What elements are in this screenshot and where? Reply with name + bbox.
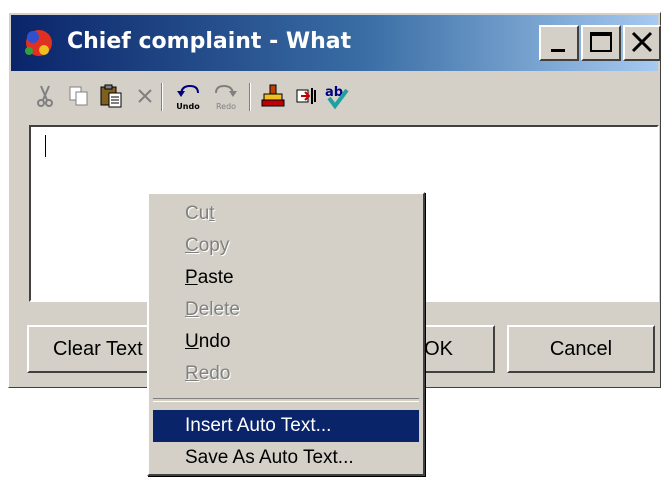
undo-icon: Undo — [176, 84, 200, 111]
minimize-icon — [551, 49, 565, 52]
menu-item-cut[interactable]: Cut — [153, 198, 419, 230]
undo-button[interactable]: Undo — [171, 81, 205, 111]
minimize-button[interactable] — [539, 25, 579, 61]
window-title: Chief complaint - What — [67, 29, 352, 54]
toolbar: Undo Redo ab — [9, 73, 660, 121]
menu-item-redo[interactable]: Redo — [153, 358, 419, 390]
title-bar[interactable]: Chief complaint - What — [11, 15, 661, 71]
text-caret — [45, 135, 46, 157]
menu-item-undo[interactable]: Undo — [153, 326, 419, 358]
undo-icon-label: Undo — [176, 102, 200, 111]
toolbar-separator — [249, 83, 251, 111]
copy-button[interactable] — [65, 81, 93, 111]
menu-item-delete[interactable]: Delete — [153, 294, 419, 326]
cut-icon — [37, 85, 53, 107]
paste-icon — [100, 84, 122, 108]
close-button[interactable] — [623, 25, 661, 61]
menu-item-copy[interactable]: Copy — [153, 230, 419, 262]
clear-text-button[interactable]: Clear Text — [27, 325, 157, 373]
maximize-button[interactable] — [581, 25, 621, 61]
delete-icon — [138, 89, 152, 103]
toolbar-separator — [161, 83, 163, 111]
insert-field-icon — [296, 88, 316, 104]
close-icon — [631, 31, 653, 53]
menu-item-insert-auto-text[interactable]: Insert Auto Text... — [153, 410, 419, 442]
menu-item-save-as-auto-text[interactable]: Save As Auto Text... — [153, 442, 419, 474]
cancel-button[interactable]: Cancel — [507, 325, 655, 373]
spellcheck-button[interactable]: ab — [323, 81, 351, 111]
maximize-icon — [590, 32, 612, 52]
redo-icon-label: Redo — [216, 102, 236, 111]
stamp-icon — [261, 84, 285, 107]
menu-separator — [153, 398, 419, 402]
redo-button[interactable]: Redo — [209, 81, 243, 111]
context-menu: Cut Copy Paste Delete Undo Redo Insert A… — [147, 192, 425, 476]
spellcheck-icon: ab — [325, 85, 349, 110]
stamp-button[interactable] — [259, 81, 287, 111]
app-icon — [25, 30, 52, 56]
copy-icon — [69, 86, 88, 106]
redo-icon: Redo — [215, 84, 237, 111]
insert-field-button[interactable] — [293, 81, 321, 111]
cut-button[interactable] — [31, 81, 59, 111]
paste-button[interactable] — [97, 81, 125, 111]
menu-item-paste[interactable]: Paste — [153, 262, 419, 294]
delete-button[interactable] — [131, 81, 159, 111]
